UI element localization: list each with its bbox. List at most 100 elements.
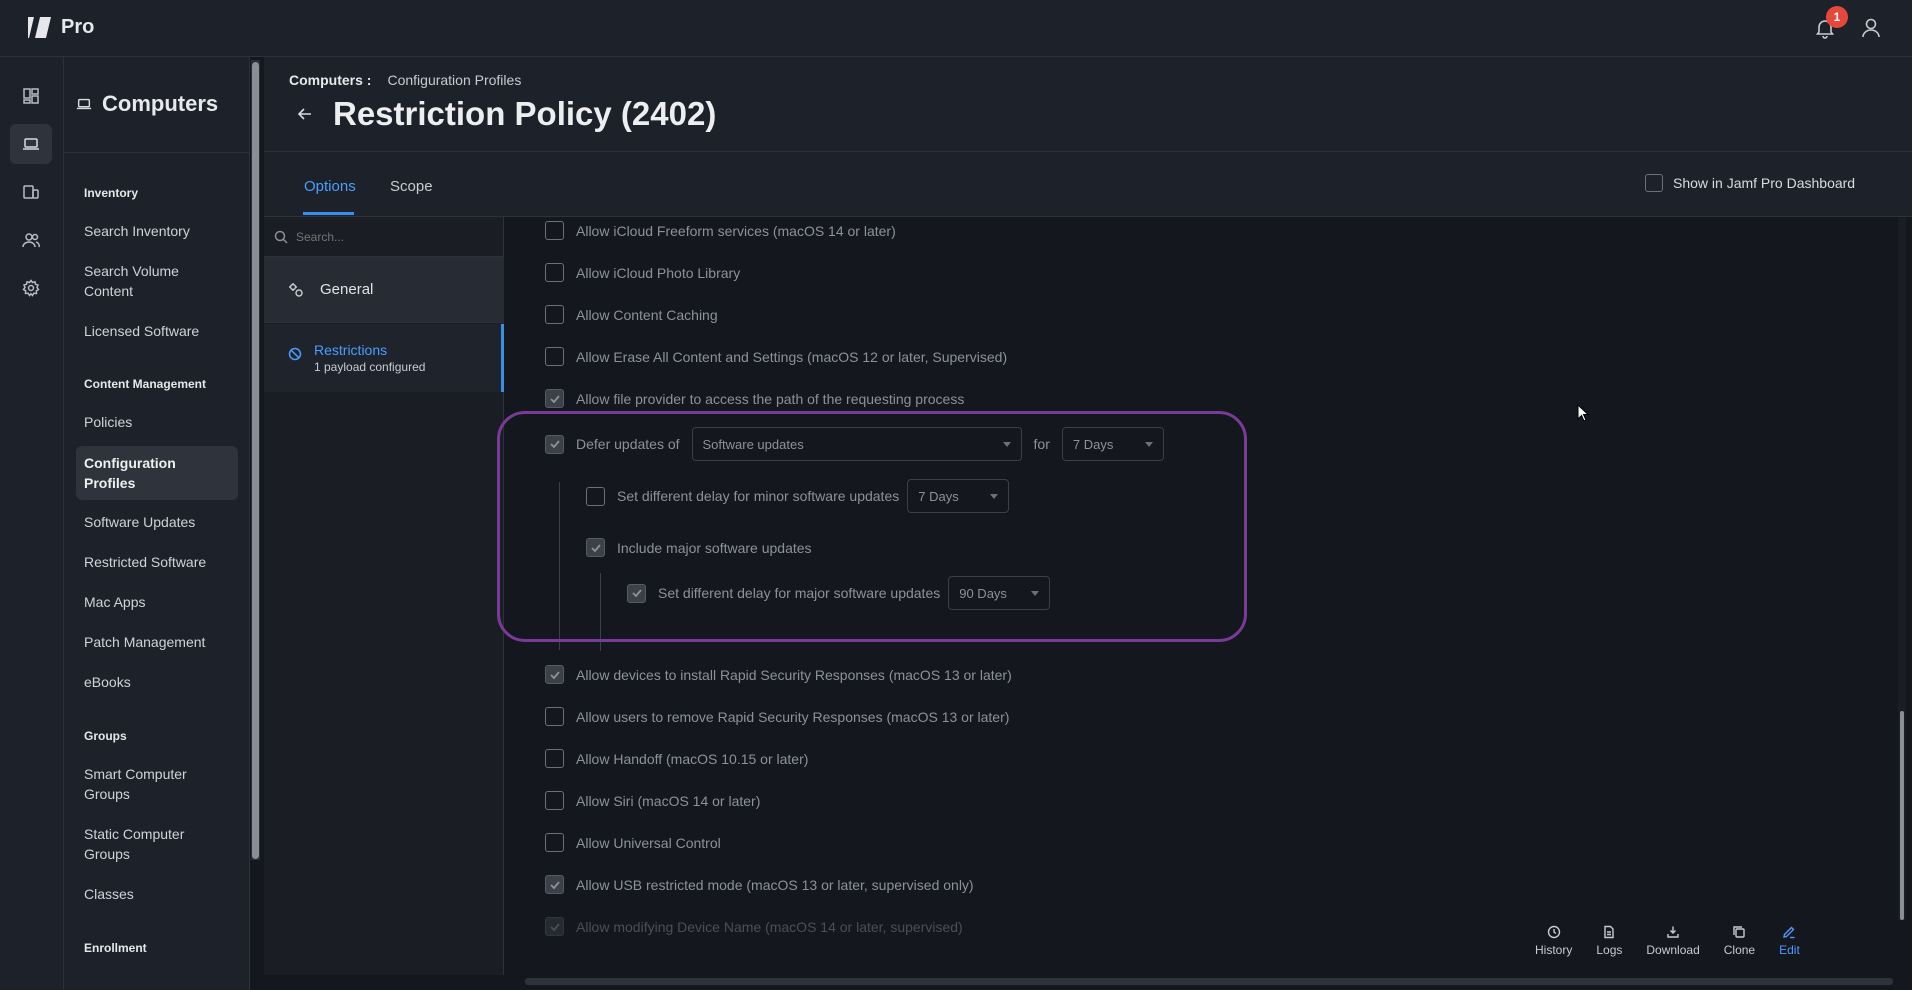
page-title: Restriction Policy (2402)	[333, 95, 717, 132]
breadcrumb-current: Configuration Profiles	[387, 72, 522, 88]
mobile-devices-icon	[23, 185, 39, 199]
checkbox[interactable]	[545, 305, 564, 324]
clone-button[interactable]: Clone	[1712, 925, 1767, 975]
notification-badge: 1	[1826, 6, 1848, 28]
payload-search-input[interactable]	[296, 229, 486, 244]
download-button[interactable]: Download	[1634, 925, 1711, 975]
nav-divider	[64, 152, 250, 153]
nav-item-ebooks[interactable]: eBooks	[76, 672, 238, 692]
nav-item-smart-computer-groups[interactable]: Smart Computer Groups	[76, 764, 206, 804]
nav-item-search-inventory[interactable]: Search Inventory	[76, 221, 238, 241]
nav-item-software-updates[interactable]: Software Updates	[76, 512, 238, 532]
nav-item-configuration-profiles[interactable]: Configuration Profiles	[76, 446, 238, 500]
checkbox-checked[interactable]	[545, 665, 564, 684]
checkbox[interactable]	[545, 707, 564, 726]
top-bar: Pro 1	[0, 0, 1912, 57]
show-in-dashboard-checkbox[interactable]	[1645, 174, 1663, 192]
checkbox-checked[interactable]	[545, 389, 564, 408]
nav-item-mac-apps[interactable]: Mac Apps	[76, 592, 238, 612]
row-rapid-security-install[interactable]: Allow devices to install Rapid Security …	[545, 665, 1012, 684]
search-icon	[274, 230, 288, 244]
row-usb-restricted[interactable]: Allow USB restricted mode (macOS 13 or l…	[545, 875, 974, 894]
jamf-logo-icon	[28, 17, 51, 38]
rail-computers[interactable]	[10, 124, 52, 164]
document-icon	[1604, 925, 1615, 939]
nav-scrollbar-thumb[interactable]	[252, 62, 259, 859]
row-file-provider[interactable]: Allow file provider to access the path o…	[545, 389, 964, 408]
edit-button[interactable]: Edit	[1767, 925, 1812, 975]
rail-settings[interactable]	[10, 268, 52, 308]
laptop-icon	[23, 138, 39, 150]
row-content-caching[interactable]: Allow Content Caching	[545, 305, 718, 324]
horizontal-scrollbar[interactable]	[519, 975, 1898, 990]
tab-bar: Options Scope Show in Jamf Pro Dashboard	[264, 152, 1912, 217]
nav-section-groups: Groups	[84, 729, 127, 743]
tab-scope[interactable]: Scope	[390, 178, 433, 195]
nav-item-classes[interactable]: Classes	[76, 884, 238, 904]
nav-section-inventory: Inventory	[84, 186, 139, 200]
check-icon	[549, 394, 560, 403]
breadcrumb: Computers : Configuration Profiles	[289, 72, 521, 88]
row-erase-all[interactable]: Allow Erase All Content and Settings (ma…	[545, 347, 1007, 366]
row-device-name[interactable]: Allow modifying Device Name (macOS 14 or…	[545, 917, 963, 936]
check-icon	[549, 922, 560, 931]
payload-general[interactable]: General	[264, 257, 504, 323]
users-icon	[22, 233, 40, 248]
content-scrollbar[interactable]	[1898, 217, 1906, 920]
nav-item-licensed-software[interactable]: Licensed Software	[76, 321, 238, 341]
nav-item-patch-management[interactable]: Patch Management	[76, 632, 238, 652]
horizontal-scrollbar-thumb[interactable]	[525, 978, 1893, 985]
history-button[interactable]: History	[1523, 925, 1584, 975]
clock-icon	[1547, 925, 1560, 939]
checkbox[interactable]	[545, 221, 564, 240]
icon-rail	[0, 57, 64, 990]
checkbox[interactable]	[545, 791, 564, 810]
nav-item-policies[interactable]: Policies	[76, 412, 238, 432]
row-icloud-photo[interactable]: Allow iCloud Photo Library	[545, 263, 740, 282]
user-account-icon[interactable]	[1860, 17, 1882, 39]
row-siri[interactable]: Allow Siri (macOS 14 or later)	[545, 791, 760, 810]
checkbox[interactable]	[545, 347, 564, 366]
check-icon	[549, 880, 560, 889]
laptop-icon	[76, 98, 92, 110]
nav-title: Computers	[76, 91, 218, 117]
computers-nav: Computers Inventory Search Inventory Sea…	[64, 57, 250, 990]
checkbox-checked[interactable]	[545, 917, 564, 936]
payload-restrictions[interactable]: Restrictions 1 payload configured	[264, 324, 504, 392]
page-header: Computers : Configuration Profiles Restri…	[264, 57, 1912, 152]
checkbox-checked[interactable]	[545, 875, 564, 894]
nav-item-search-volume-content[interactable]: Search Volume Content	[76, 261, 226, 301]
rail-users[interactable]	[10, 220, 52, 260]
checkbox[interactable]	[545, 833, 564, 852]
brand-name: Pro	[61, 16, 95, 38]
mouse-pointer-icon	[1577, 404, 1590, 422]
nav-scrollbar[interactable]	[251, 60, 260, 860]
tab-options[interactable]: Options	[304, 178, 356, 195]
row-universal-control[interactable]: Allow Universal Control	[545, 833, 721, 852]
checkbox[interactable]	[545, 749, 564, 768]
row-handoff[interactable]: Allow Handoff (macOS 10.15 or later)	[545, 749, 808, 768]
row-rapid-security-remove[interactable]: Allow users to remove Rapid Security Res…	[545, 707, 1009, 726]
gears-icon	[289, 282, 303, 297]
nav-item-static-computer-groups[interactable]: Static Computer Groups	[76, 824, 206, 864]
nav-section-content-management: Content Management	[84, 377, 207, 391]
content-scrollbar-thumb[interactable]	[1900, 711, 1904, 920]
nav-item-restricted-software[interactable]: Restricted Software	[76, 552, 238, 572]
dashboard-icon	[23, 88, 39, 104]
brand[interactable]: Pro	[26, 15, 94, 40]
breadcrumb-root[interactable]: Computers :	[289, 72, 371, 88]
payload-restrictions-label: Restrictions	[314, 342, 388, 358]
show-in-dashboard-label: Show in Jamf Pro Dashboard	[1673, 175, 1856, 191]
checkbox[interactable]	[545, 263, 564, 282]
back-arrow-icon[interactable]	[296, 105, 314, 123]
no-entry-icon	[288, 347, 302, 361]
rail-dashboard[interactable]	[10, 76, 52, 116]
row-icloud-freeform[interactable]: Allow iCloud Freeform services (macOS 14…	[545, 221, 896, 240]
copy-icon	[1733, 926, 1746, 938]
rail-devices[interactable]	[10, 172, 52, 212]
gear-icon	[22, 279, 40, 297]
payload-restrictions-count: 1 payload configured	[314, 360, 426, 374]
show-in-dashboard-toggle[interactable]: Show in Jamf Pro Dashboard	[1645, 174, 1855, 192]
logs-button[interactable]: Logs	[1584, 925, 1634, 975]
payload-search	[264, 217, 504, 257]
